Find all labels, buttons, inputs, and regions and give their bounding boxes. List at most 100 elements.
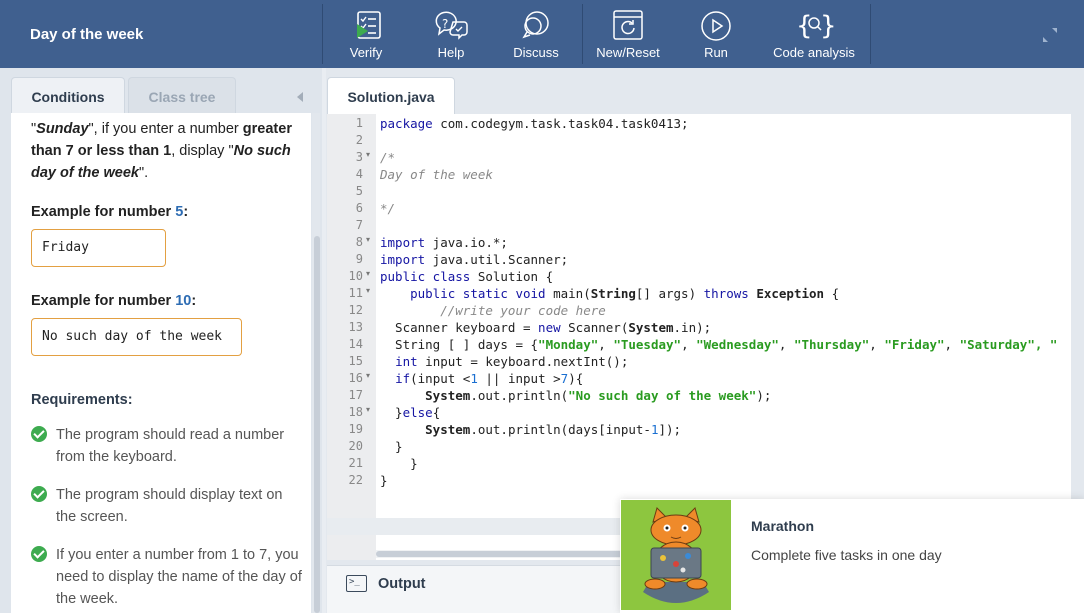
code-line: int input = keyboard.nextInt(); — [380, 354, 628, 369]
code-line: } — [380, 439, 403, 454]
code-token: import — [380, 235, 426, 250]
toast-title: Marathon — [751, 518, 814, 534]
text-fragment: Example for number — [31, 204, 176, 220]
code-editor[interactable]: 1 2 3 4 5 6 7 8 9 10 11 12 13 14 15 16 17 18 19 20 21 22 ▾ ▾ … — [327, 114, 1071, 560]
code-analysis-button[interactable]: { } Code analysis — [768, 8, 860, 62]
line-number: 20 — [348, 439, 363, 453]
code-token: "Tuesday" — [613, 337, 682, 352]
code-token: java.util.Scanner; — [425, 252, 569, 267]
code-token: "Monday" — [538, 337, 599, 352]
code-token: System — [425, 388, 471, 403]
svg-text:}: } — [820, 11, 834, 41]
code-token: [] args) — [635, 286, 704, 301]
verify-button[interactable]: Verify — [336, 8, 396, 62]
app-window: Day of the week Verify ? Help Discuss Ne… — [0, 0, 1084, 613]
help-icon: ? — [435, 11, 468, 40]
code-token: System — [628, 320, 674, 335]
achievement-toast[interactable]: Marathon Complete five tasks in one day — [620, 499, 1084, 613]
code-token: 1 — [470, 371, 478, 386]
scrollbar-thumb[interactable] — [314, 236, 320, 613]
line-number: 1 — [355, 116, 363, 130]
run-label: Run — [704, 45, 728, 60]
code-token: public class — [380, 269, 471, 284]
code-line: } — [380, 456, 418, 471]
code-token: package — [380, 116, 433, 131]
code-token: "Saturday" — [959, 337, 1035, 352]
code-token: "No such day of the week" — [568, 388, 757, 403]
code-line: Day of the week — [380, 167, 493, 182]
code-token: else — [402, 405, 433, 420]
code-token: , — [598, 337, 614, 352]
tab-class-tree[interactable]: Class tree — [128, 77, 236, 113]
text-fragment: : — [191, 293, 197, 309]
line-number: 3 — [355, 150, 363, 164]
line-number: 6 — [355, 201, 363, 215]
conditions-paragraph: "Sunday", if you enter a number greater … — [31, 118, 306, 184]
code-line: //write your code here — [380, 303, 606, 318]
fullscreen-icon[interactable] — [1040, 25, 1060, 45]
line-number: 14 — [348, 337, 363, 351]
code-token: throws — [703, 286, 749, 301]
code-line: } — [380, 473, 388, 488]
check-icon — [31, 486, 47, 502]
run-button[interactable]: Run — [692, 8, 740, 62]
code-token: main( — [545, 286, 591, 301]
fold-toggle-icon[interactable]: ▾ — [366, 405, 370, 414]
line-number: 4 — [355, 167, 363, 181]
line-number: 9 — [355, 252, 363, 266]
line-number: 11 — [348, 286, 363, 300]
fold-toggle-icon[interactable]: ▾ — [366, 150, 370, 159]
code-line: }else{ — [380, 405, 440, 420]
code-line: */ — [380, 201, 396, 216]
code-token: System — [425, 422, 471, 437]
line-number: 15 — [348, 354, 363, 368]
text-fragment: Example for number — [31, 293, 176, 309]
help-button[interactable]: ? Help — [422, 8, 480, 62]
tab-solution-java[interactable]: Solution.java — [327, 77, 455, 114]
fold-toggle-icon[interactable]: ▾ — [366, 371, 370, 380]
example-1-output: Friday — [31, 229, 166, 267]
code-token: Scanner keyboard = — [380, 320, 539, 335]
code-line: public class Solution { — [380, 269, 553, 284]
code-token: "Friday" — [884, 337, 945, 352]
toolbar-divider — [582, 4, 583, 64]
verify-label: Verify — [349, 45, 383, 60]
code-token: .out.println( — [470, 388, 569, 403]
left-panel: Conditions Class tree "Sunday", if you e… — [0, 68, 322, 613]
code-token: , — [944, 337, 960, 352]
svg-text:?: ? — [442, 17, 448, 31]
example-2-output: No such day of the week — [31, 318, 242, 356]
code-line: if(input <1 || input >7){ — [380, 371, 583, 386]
code-line: /* — [380, 150, 396, 165]
line-number: 16 — [348, 371, 363, 385]
code-token: { — [432, 405, 441, 420]
fold-toggle-icon[interactable]: ▾ — [366, 286, 370, 295]
requirement-text: The program should read a number from th… — [56, 427, 285, 465]
requirements-title: Requirements: — [31, 392, 133, 408]
text-fragment: Sunday — [36, 121, 89, 137]
code-token: , " — [1034, 337, 1058, 352]
code-line: package com.codegym.task.task04.task0413… — [380, 116, 689, 131]
line-number: 19 — [348, 422, 363, 436]
code-token: new — [538, 320, 561, 335]
code-analysis-label: Code analysis — [773, 45, 855, 60]
line-number: 10 — [348, 269, 363, 283]
fold-toggle-icon[interactable]: ▾ — [366, 269, 370, 278]
code-token: { — [824, 286, 840, 301]
example-number: 10 — [175, 293, 192, 309]
output-label: Output — [378, 576, 426, 592]
code-line: System.out.println(days[input-1]); — [380, 422, 681, 437]
collapse-panel-icon[interactable] — [297, 92, 303, 102]
code-token: ); — [756, 388, 772, 403]
requirement-text: The program should display text on the s… — [56, 487, 283, 525]
requirement-text: If you enter a number from 1 to 7, you n… — [56, 547, 302, 607]
verify-icon — [357, 11, 381, 39]
fold-toggle-icon[interactable]: ▾ — [366, 235, 370, 244]
toast-message: Complete five tasks in one day — [751, 547, 942, 563]
tab-conditions[interactable]: Conditions — [11, 77, 125, 113]
discuss-button[interactable]: Discuss — [506, 8, 566, 62]
reset-button[interactable]: New/Reset — [594, 8, 662, 62]
code-token: Solution { — [470, 269, 554, 284]
